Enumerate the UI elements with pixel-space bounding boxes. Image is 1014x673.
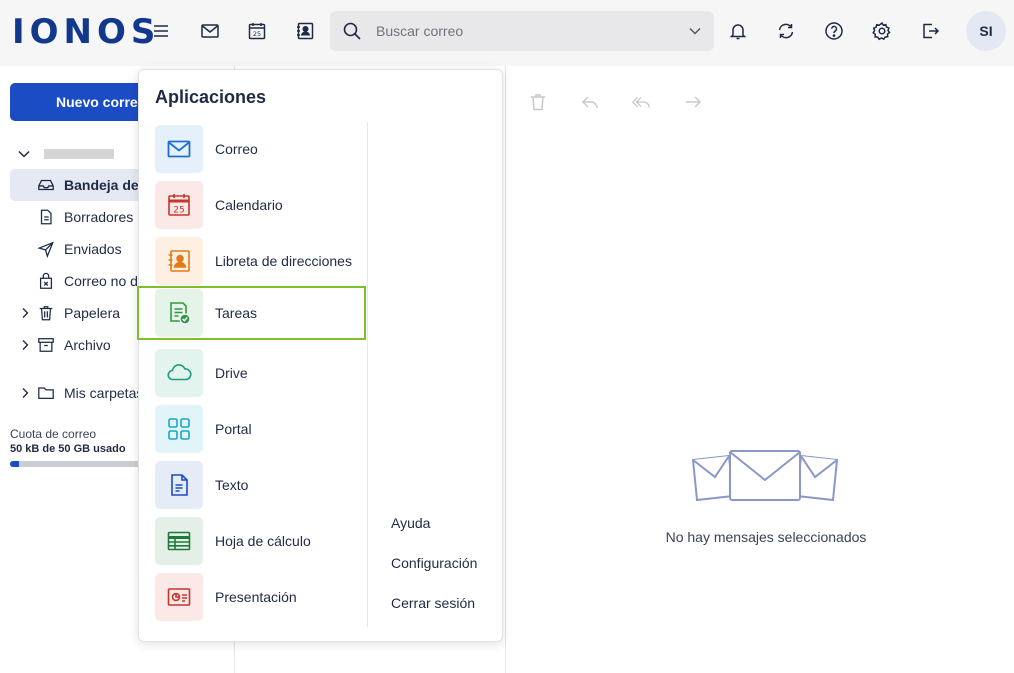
- draft-icon: [36, 207, 56, 227]
- spreadsheet-icon: [155, 517, 203, 565]
- account-name-redacted: [44, 149, 114, 159]
- tasks-icon: [155, 289, 203, 337]
- quota-bar: [10, 461, 140, 467]
- spam-icon: [36, 271, 56, 291]
- app-label: Portal: [215, 421, 252, 437]
- forward-icon[interactable]: [683, 92, 707, 116]
- quota-fill: [10, 461, 20, 467]
- presentation-icon: [155, 573, 203, 621]
- search-bar[interactable]: [330, 11, 714, 51]
- app-presentation[interactable]: Presentación: [139, 570, 367, 624]
- envelopes-illustration: [691, 450, 839, 502]
- calendar-icon[interactable]: 25: [241, 15, 273, 47]
- svg-text:25: 25: [173, 206, 184, 216]
- chevron-right-icon[interactable]: [18, 306, 32, 320]
- chevron-right-icon[interactable]: [18, 386, 32, 400]
- menu-icon[interactable]: [145, 15, 177, 47]
- mail-icon: [155, 125, 203, 173]
- folder-icon: [36, 383, 56, 403]
- app-label: Texto: [215, 477, 249, 493]
- send-icon: [36, 239, 56, 259]
- app-spreadsheet[interactable]: Hoja de cálculo: [139, 514, 367, 568]
- cloud-icon: [155, 349, 203, 397]
- app-label: Presentación: [215, 589, 297, 605]
- app-text[interactable]: Texto: [139, 458, 367, 512]
- gear-icon[interactable]: [866, 15, 898, 47]
- folder-label: Enviados: [64, 241, 122, 257]
- folder-label: Borradores: [64, 209, 134, 225]
- inbox-icon: [36, 175, 56, 195]
- app-calendar[interactable]: 25 Calendario: [139, 178, 367, 232]
- search-input[interactable]: [376, 11, 676, 51]
- contacts-icon[interactable]: [289, 15, 321, 47]
- folder-label: Papelera: [64, 305, 121, 321]
- help-icon[interactable]: [818, 15, 850, 47]
- trash-icon: [36, 303, 56, 323]
- calendar-icon: 25: [155, 181, 203, 229]
- reply-all-icon[interactable]: [631, 92, 655, 116]
- logout-link[interactable]: Cerrar sesión: [391, 595, 475, 611]
- folder-label: Archivo: [64, 337, 111, 353]
- logout-icon[interactable]: [914, 15, 946, 47]
- avatar[interactable]: SI: [966, 11, 1006, 51]
- settings-link[interactable]: Configuración: [391, 555, 477, 571]
- launcher-divider: [367, 122, 368, 627]
- app-label: Hoja de cálculo: [215, 533, 311, 549]
- chevron-right-icon[interactable]: [18, 338, 32, 352]
- mail-icon[interactable]: [194, 15, 226, 47]
- archive-icon: [36, 335, 56, 355]
- chevron-down-icon[interactable]: [688, 24, 702, 38]
- document-icon: [155, 461, 203, 509]
- ionos-logo[interactable]: IONOS: [12, 13, 160, 51]
- launcher-title: Aplicaciones: [155, 87, 267, 107]
- help-link[interactable]: Ayuda: [391, 515, 430, 531]
- quota-value: 50 kB de 50 GB usado: [10, 443, 126, 455]
- column-divider: [505, 66, 506, 673]
- bell-icon[interactable]: [722, 15, 754, 47]
- app-label: Correo: [215, 141, 258, 157]
- app-mail[interactable]: Correo: [139, 122, 367, 176]
- app-label: Libreta de direcciones: [215, 253, 352, 269]
- app-contacts[interactable]: Libreta de direcciones: [139, 234, 367, 288]
- search-icon[interactable]: [342, 21, 362, 41]
- chevron-down-icon[interactable]: [16, 146, 32, 162]
- account-header[interactable]: [16, 145, 114, 163]
- app-label: Drive: [215, 365, 248, 381]
- delete-icon[interactable]: [528, 92, 552, 116]
- app-drive[interactable]: Drive: [139, 346, 367, 400]
- refresh-icon[interactable]: [770, 15, 802, 47]
- top-bar: IONOS 25 SI: [0, 0, 1014, 66]
- contacts-icon: [155, 237, 203, 285]
- folder-label: Mis carpetas: [64, 385, 144, 401]
- empty-state-text: No hay mensajes seleccionados: [665, 529, 867, 545]
- app-portal[interactable]: Portal: [139, 402, 367, 456]
- grid-icon: [155, 405, 203, 453]
- app-launcher-panel: Aplicaciones Correo 25 Calendario Libret…: [137, 69, 503, 642]
- app-tasks[interactable]: Tareas: [137, 286, 366, 340]
- app-label: Calendario: [215, 197, 283, 213]
- reply-icon[interactable]: [580, 92, 604, 116]
- quota-label: Cuota de correo: [10, 427, 97, 441]
- svg-text:25: 25: [253, 30, 261, 38]
- app-label: Tareas: [215, 305, 258, 321]
